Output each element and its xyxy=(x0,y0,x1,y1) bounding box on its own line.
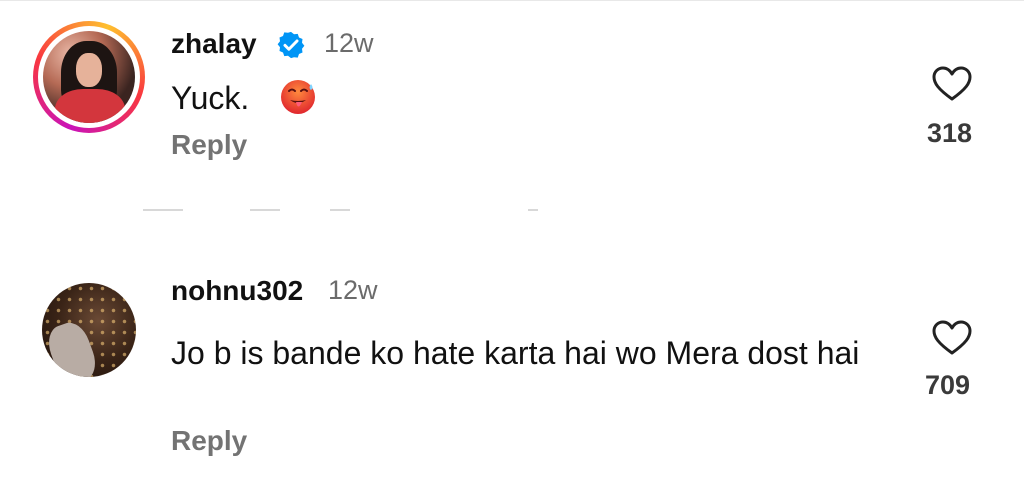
heart-icon[interactable] xyxy=(932,320,972,356)
reply-button[interactable]: Reply xyxy=(171,129,247,161)
comment-timestamp: 12w xyxy=(328,275,378,305)
faint-divider xyxy=(250,209,280,211)
avatar-dress-shape xyxy=(55,89,125,123)
avatar-ring-gap xyxy=(38,26,140,128)
comment-text: Jo b is bande ko hate karta hai wo Mera … xyxy=(171,335,860,371)
comment-username[interactable]: zhalay xyxy=(171,28,257,60)
hot-face-emoji-icon xyxy=(281,80,315,114)
avatar[interactable] xyxy=(42,283,136,377)
comment-item: nohnu302 12w Jo b is bande ko hate karta… xyxy=(0,255,1024,483)
faint-divider xyxy=(143,209,183,211)
faint-divider xyxy=(528,209,538,211)
heart-icon[interactable] xyxy=(932,66,972,102)
avatar[interactable] xyxy=(43,31,135,123)
verified-badge-icon xyxy=(277,31,305,59)
like-count[interactable]: 318 xyxy=(927,118,972,149)
like-count[interactable]: 709 xyxy=(925,370,970,401)
comment-username[interactable]: nohnu302 xyxy=(171,275,303,307)
reply-button[interactable]: Reply xyxy=(171,425,247,457)
avatar-story-ring[interactable] xyxy=(33,21,145,133)
faint-divider xyxy=(330,209,350,211)
comment-item: zhalay 12w Yuck. Reply 318 xyxy=(0,0,1024,200)
comment-timestamp: 12w xyxy=(324,28,374,58)
avatar-face-shape xyxy=(76,53,102,87)
comment-text: Yuck. xyxy=(171,80,250,116)
